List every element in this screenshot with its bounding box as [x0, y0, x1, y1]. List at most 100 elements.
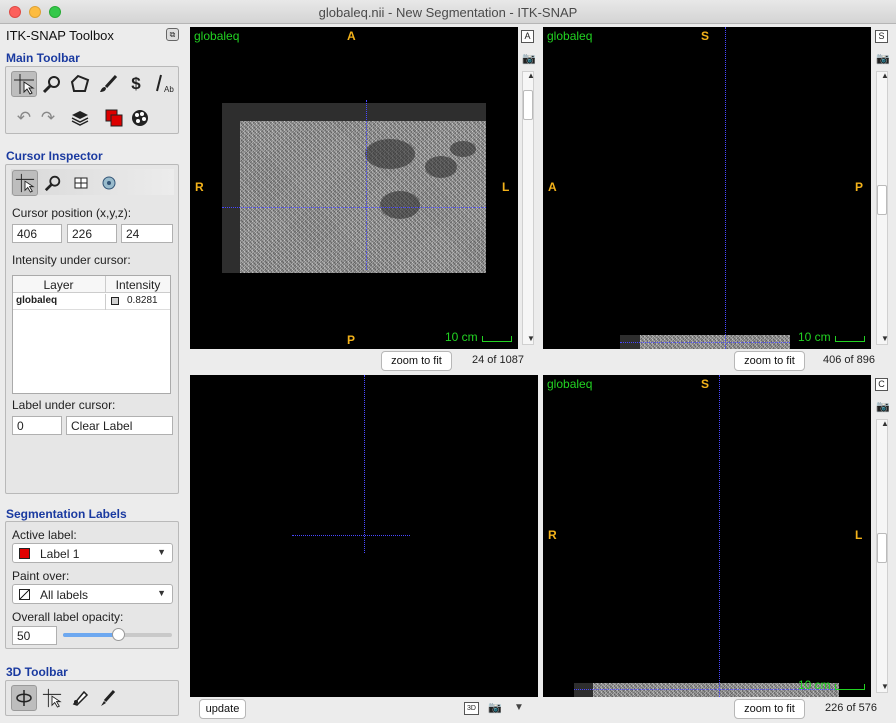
coronal-orientation-button[interactable]: C [875, 378, 888, 391]
cursor-z-field[interactable]: 24 [121, 224, 173, 243]
axial-view-sidebar: A 📷 ▲ ▼ [519, 27, 537, 349]
inspector-layout-tab-icon[interactable] [68, 170, 94, 196]
axial-orient-bottom: P [347, 333, 356, 347]
paint-over-value: All labels [40, 588, 89, 602]
inspector-cursor-tab-icon[interactable] [12, 170, 38, 196]
sagittal-scroll-thumb[interactable] [877, 185, 887, 215]
row-layer-name: globaleq [16, 295, 58, 306]
opacity-caption: Overall label opacity: [12, 610, 124, 624]
opacity-field[interactable]: 50 [12, 626, 57, 645]
axial-layer-name: globaleq [194, 29, 240, 43]
scroll-down-icon[interactable]: ▼ [881, 682, 889, 691]
undo-icon[interactable]: ↶ [11, 105, 37, 131]
window-titlebar: globaleq.nii - New Segmentation - ITK-SN… [0, 0, 896, 24]
coronal-image-border [574, 683, 593, 697]
intensity-table[interactable]: Layer Intensity globaleq 0.8281 [12, 275, 171, 394]
3d-spraypaint-tool-icon[interactable] [95, 685, 121, 711]
svg-text:Ab: Ab [164, 85, 174, 94]
camera-icon[interactable]: 📷 [876, 400, 890, 413]
redo-icon[interactable]: ↷ [35, 105, 61, 131]
paintbrush-tool-icon[interactable] [95, 71, 121, 97]
intensity-swatch [111, 297, 119, 305]
row-intensity-value: 0.8281 [127, 295, 158, 306]
sagittal-view[interactable]: globaleq S A P 10 cm [543, 27, 871, 349]
col-layer-header: Layer [43, 278, 74, 292]
coronal-zoom-to-fit-button[interactable]: zoom to fit [734, 699, 805, 719]
chevron-down-icon: ▼ [157, 588, 166, 598]
annotation-tool-icon[interactable]: Ab [151, 71, 177, 97]
color-labels-icon[interactable] [101, 105, 127, 131]
col-intensity-header: Intensity [115, 278, 161, 292]
sagittal-orient-left: A [548, 180, 557, 194]
active-label-swatch [19, 548, 30, 559]
polygon-tool-icon[interactable] [67, 71, 93, 97]
sagittal-layer-name: globaleq [547, 29, 593, 43]
scroll-up-icon[interactable]: ▲ [881, 419, 889, 428]
axial-view[interactable]: globaleq A P R L 10 cm [190, 27, 518, 349]
label-name-field[interactable]: Clear Label [66, 416, 173, 435]
chevron-down-icon[interactable]: ▼ [514, 702, 524, 713]
coronal-view[interactable]: globaleq S R L 10 cm [543, 375, 871, 697]
window-title: globaleq.nii - New Segmentation - ITK-SN… [318, 5, 578, 20]
coronal-slice-indicator: 226 of 576 [825, 702, 877, 714]
sagittal-scale-bar [835, 336, 865, 342]
snake-tool-icon[interactable]: $ [123, 71, 149, 97]
3d-view[interactable] [190, 375, 538, 697]
axial-slice-indicator: 24 of 1087 [472, 354, 524, 366]
3d-crosshair-horizontal [292, 535, 410, 536]
active-label-value: Label 1 [40, 547, 80, 561]
camera-icon[interactable]: 📷 [876, 52, 890, 65]
sagittal-slice-indicator: 406 of 896 [823, 354, 875, 366]
opacity-slider-track[interactable] [63, 628, 172, 641]
3d-view-button[interactable]: 3D [464, 702, 479, 715]
3d-crosshair-tool-icon[interactable] [39, 685, 65, 711]
3d-rotate-tool-icon[interactable] [11, 685, 37, 711]
chevron-down-icon: ▼ [157, 547, 166, 557]
coronal-slice-scrollbar[interactable]: ▲ ▼ [876, 419, 889, 693]
main-toolbar-title: Main Toolbar [6, 51, 80, 65]
inspector-zoom-tab-icon[interactable] [40, 170, 66, 196]
label-id-field[interactable]: 0 [12, 416, 62, 435]
scroll-down-icon[interactable]: ▼ [881, 334, 889, 343]
inspector-sync-tab-icon[interactable] [96, 170, 122, 196]
coronal-scale-label: 10 cm [798, 678, 831, 692]
axial-crosshair-vertical [366, 100, 367, 270]
cursor-x-field[interactable]: 406 [12, 224, 62, 243]
paint-over-select[interactable]: All labels ▼ [12, 584, 173, 604]
axial-orientation-button[interactable]: A [521, 30, 534, 43]
axial-slice-scrollbar[interactable]: ▲ ▼ [522, 71, 535, 345]
axial-orient-right: L [502, 180, 510, 194]
sagittal-scale-label: 10 cm [798, 330, 831, 344]
crosshair-tool-icon[interactable] [11, 71, 37, 97]
scroll-up-icon[interactable]: ▲ [527, 71, 535, 80]
active-label-select[interactable]: Label 1 ▼ [12, 543, 173, 563]
palette-icon[interactable] [127, 105, 153, 131]
update-button[interactable]: update [199, 699, 246, 719]
sagittal-zoom-to-fit-button[interactable]: zoom to fit [734, 351, 805, 371]
axial-orient-left: R [195, 180, 204, 194]
detach-icon[interactable]: ⧉ [166, 28, 179, 41]
table-row[interactable]: globaleq 0.8281 [13, 294, 170, 310]
axial-zoom-to-fit-button[interactable]: zoom to fit [381, 351, 452, 371]
layers-icon[interactable] [67, 105, 93, 131]
segmentation-labels-title: Segmentation Labels [6, 507, 127, 521]
axial-scale-label: 10 cm [445, 330, 478, 344]
3d-scalpel-tool-icon[interactable] [67, 685, 93, 711]
axial-scroll-thumb[interactable] [523, 90, 533, 120]
camera-icon[interactable]: 📷 [488, 701, 502, 714]
cursor-y-field[interactable]: 226 [67, 224, 117, 243]
row-divider [105, 294, 106, 310]
coronal-scroll-thumb[interactable] [877, 533, 887, 563]
paint-over-caption: Paint over: [12, 569, 70, 583]
scroll-down-icon[interactable]: ▼ [527, 334, 535, 343]
zoom-pan-tool-icon[interactable] [39, 71, 65, 97]
scroll-up-icon[interactable]: ▲ [881, 71, 889, 80]
opacity-slider-handle[interactable] [111, 628, 125, 641]
sagittal-slice-scrollbar[interactable]: ▲ ▼ [876, 71, 889, 345]
toolbar-3d-title: 3D Toolbar [6, 665, 68, 679]
sagittal-crosshair-horizontal [620, 342, 790, 343]
cursor-position-label: Cursor position (x,y,z): [12, 206, 132, 220]
camera-icon[interactable]: 📷 [522, 52, 536, 65]
sagittal-orientation-button[interactable]: S [875, 30, 888, 43]
all-labels-icon [19, 589, 30, 600]
